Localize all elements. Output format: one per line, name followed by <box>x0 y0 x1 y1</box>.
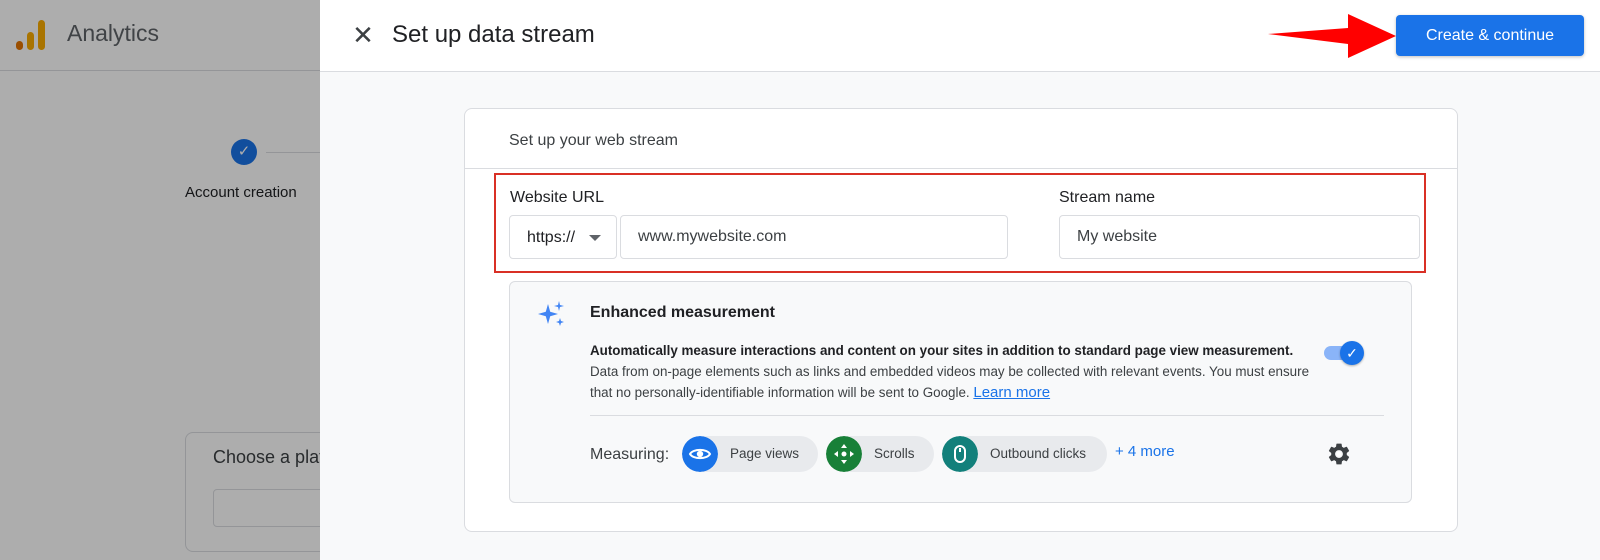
enhanced-measurement-toggle[interactable]: ✓ <box>1322 341 1364 365</box>
modal-scrim[interactable] <box>0 0 320 560</box>
red-arrow-annotation-icon <box>1268 14 1396 58</box>
sparkle-icon <box>538 301 564 326</box>
check-icon: ✓ <box>1340 341 1364 365</box>
scroll-move-icon <box>826 436 862 472</box>
enhanced-measurement-title: Enhanced measurement <box>590 304 775 321</box>
panel-header: ✕ Set up data stream Create & continue <box>320 0 1600 72</box>
section-title: Set up your web stream <box>509 132 678 149</box>
eye-icon <box>682 436 718 472</box>
chip-page-views[interactable]: Page views <box>682 436 818 472</box>
enhanced-measurement-section: Enhanced measurement Automatically measu… <box>509 281 1412 503</box>
caret-down-icon <box>589 235 601 241</box>
learn-more-link[interactable]: Learn more <box>973 384 1050 401</box>
divider <box>590 415 1384 416</box>
card-header: Set up your web stream <box>465 109 1457 169</box>
chip-scrolls[interactable]: Scrolls <box>826 436 934 472</box>
mouse-icon <box>942 436 978 472</box>
gear-icon[interactable] <box>1326 441 1352 467</box>
chip-label: Outbound clicks <box>990 446 1087 461</box>
stream-name-label: Stream name <box>1059 189 1156 206</box>
panel-title: Set up data stream <box>392 21 595 48</box>
chip-label: Scrolls <box>874 446 915 461</box>
enhanced-measurement-description: Automatically measure interactions and c… <box>590 340 1310 403</box>
create-and-continue-button[interactable]: Create & continue <box>1396 15 1584 56</box>
website-url-label: Website URL <box>510 189 604 206</box>
more-measurements-link[interactable]: + 4 more <box>1115 443 1175 460</box>
protocol-select[interactable]: https:// <box>509 215 617 259</box>
measuring-label: Measuring: <box>590 446 670 463</box>
setup-data-stream-panel: ✕ Set up data stream Create & continue S… <box>320 0 1600 560</box>
website-url-input[interactable] <box>620 215 1008 259</box>
description-body: Data from on-page elements such as links… <box>590 364 1310 400</box>
web-stream-card: Set up your web stream Website URL https… <box>464 108 1458 532</box>
protocol-value: https:// <box>527 229 576 246</box>
stream-name-input[interactable] <box>1059 215 1420 259</box>
chip-outbound-clicks[interactable]: Outbound clicks <box>942 436 1107 472</box>
chip-label: Page views <box>730 446 800 461</box>
close-icon[interactable]: ✕ <box>348 20 378 50</box>
description-lead: Automatically measure interactions and c… <box>590 343 1294 358</box>
